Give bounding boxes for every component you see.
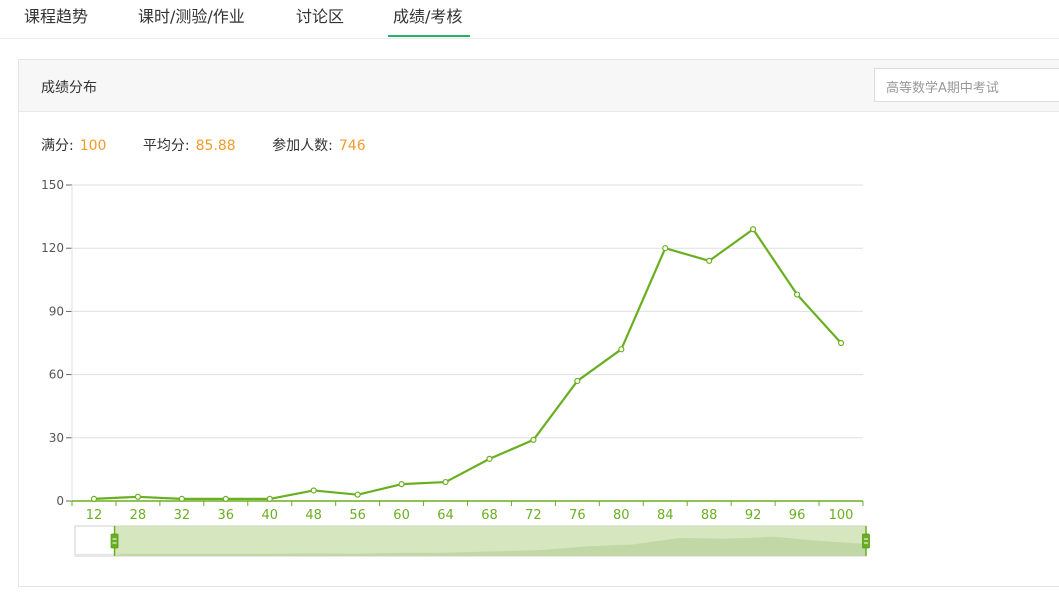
series-line (93, 228, 842, 500)
data-point (662, 245, 669, 252)
data-point (442, 478, 449, 486)
x-tick-label: 48 (305, 508, 322, 523)
x-tick-label: 96 (789, 508, 806, 523)
data-point (793, 291, 801, 298)
data-point (354, 491, 361, 498)
data-point (134, 493, 142, 500)
y-tick-label: 90 (49, 304, 64, 318)
data-point (178, 495, 185, 502)
x-tick-label: 100 (829, 508, 854, 523)
data-point (837, 339, 845, 347)
data-point (222, 495, 229, 502)
x-tick-label: 68 (481, 508, 498, 523)
datazoom-right-handle[interactable] (862, 533, 870, 549)
x-tick-label: 80 (613, 508, 630, 523)
data-point (398, 481, 405, 488)
x-tick-label: 76 (569, 508, 586, 523)
x-tick-label: 32 (174, 508, 191, 523)
data-point (706, 257, 713, 264)
x-tick-label: 56 (349, 508, 366, 523)
x-tick-label: 88 (701, 508, 718, 523)
data-point (266, 495, 273, 502)
data-point (530, 436, 537, 444)
x-tick-label: 12 (86, 508, 103, 523)
y-tick-label: 0 (56, 494, 64, 508)
x-tick-label: 72 (525, 508, 542, 523)
data-point (618, 346, 625, 353)
datazoom-left-handle[interactable] (110, 533, 119, 549)
x-tick-label: 28 (130, 508, 147, 523)
x-tick-label: 60 (393, 508, 410, 523)
data-point (750, 226, 757, 233)
data-point (310, 487, 317, 494)
grade-distribution-chart: 0 30 60 90 120 150 12 28 32 36 40 48 56 60 64 68 72 76 80 8… (41, 178, 870, 557)
x-tick-label: 84 (657, 508, 674, 523)
x-tick-label: 36 (218, 508, 235, 523)
y-tick-label: 120 (41, 241, 64, 255)
data-point (90, 495, 98, 502)
x-tick-label: 40 (261, 508, 278, 523)
y-tick-label: 60 (49, 368, 64, 382)
data-point (574, 377, 581, 385)
y-tick-label: 30 (49, 431, 64, 445)
y-tick-label: 150 (41, 178, 64, 192)
x-tick-label: 92 (745, 508, 762, 523)
data-point (486, 455, 493, 462)
x-tick-label: 64 (437, 508, 454, 523)
